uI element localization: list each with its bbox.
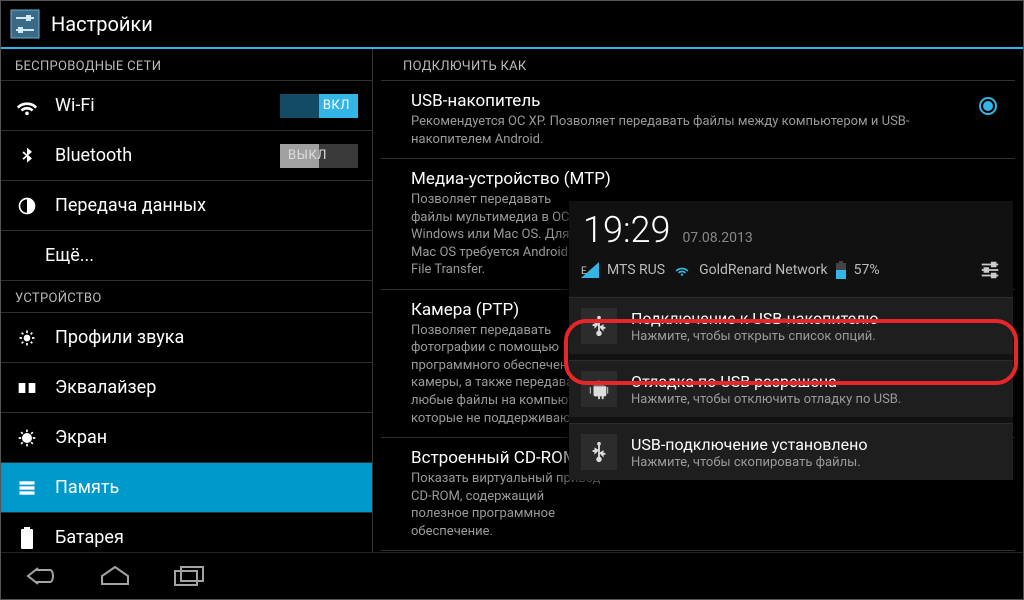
- settings-icon: [9, 8, 41, 40]
- option-title: USB-накопитель: [411, 91, 963, 111]
- battery-icon: [15, 526, 39, 550]
- bluetooth-toggle[interactable]: ВЫКЛ: [280, 144, 358, 168]
- android-icon: [581, 371, 617, 407]
- sidebar-item-label: Память: [55, 477, 358, 498]
- sidebar-item-label: Эквалайзер: [55, 377, 358, 398]
- sidebar-item-battery[interactable]: Батарея: [1, 513, 372, 552]
- signal-icon: E: [581, 262, 599, 278]
- option-desc: Позволяет передавать файлы мультимедиа в…: [411, 191, 591, 279]
- sidebar-item-label: Профили звука: [55, 327, 358, 348]
- notification-usb-storage[interactable]: Подключение к USB-накопителю Нажмите, чт…: [569, 297, 1013, 354]
- section-wireless: БЕСПРОВОДНЫЕ СЕТИ: [1, 49, 372, 81]
- option-usb-storage[interactable]: USB-накопитель Рекомендуется ОС XP. Позв…: [381, 81, 1015, 159]
- wifi-icon: [15, 94, 39, 118]
- section-device: УСТРОЙСТВО: [1, 281, 372, 313]
- wifi-status-icon: [673, 263, 691, 277]
- usb-icon: [581, 434, 617, 470]
- bluetooth-icon: [15, 144, 39, 168]
- notification-desc: Нажмите, чтобы скопировать файлы.: [631, 455, 867, 470]
- carrier-label: MTS RUS: [607, 262, 665, 278]
- recent-apps-button[interactable]: [167, 561, 211, 591]
- notification-title: Отладка по USB разрешена: [631, 372, 901, 391]
- battery-status-icon: [836, 261, 846, 279]
- clock-time: 19:29: [583, 209, 670, 251]
- notification-desc: Нажмите, чтобы отключить отладку по USB.: [631, 392, 901, 407]
- sidebar-item-data-usage[interactable]: Передача данных: [1, 181, 372, 231]
- sidebar-item-wifi[interactable]: Wi-Fi ВКЛ: [1, 81, 372, 131]
- storage-icon: [15, 476, 39, 500]
- option-title: Медиа-устройство (MTP): [411, 169, 997, 189]
- display-icon: [15, 426, 39, 450]
- wifi-toggle[interactable]: ВКЛ: [280, 94, 358, 118]
- usb-icon: [581, 308, 617, 344]
- sidebar-item-more[interactable]: Ещё...: [1, 231, 372, 281]
- notification-usb-debugging[interactable]: Отладка по USB разрешена Нажмите, чтобы …: [569, 360, 1013, 417]
- quick-settings-icon[interactable]: [979, 259, 1001, 281]
- notification-title: Подключение к USB-накопителю: [631, 309, 878, 328]
- sidebar-item-sound[interactable]: Профили звука: [1, 313, 372, 363]
- battery-pct: 57%: [854, 262, 880, 278]
- pane-header: ПОДКЛЮЧИТЬ КАК: [381, 49, 1015, 81]
- data-icon: [15, 194, 39, 218]
- shade-header: 19:29 07.08.2013: [569, 201, 1013, 255]
- sidebar-item-equalizer[interactable]: Эквалайзер: [1, 363, 372, 413]
- sidebar-item-bluetooth[interactable]: Bluetooth ВЫКЛ: [1, 131, 372, 181]
- option-desc: Показать виртуальный привод CD-ROM, соде…: [411, 470, 601, 540]
- svg-text:E: E: [581, 266, 587, 277]
- navigation-bar: [1, 552, 1023, 599]
- sound-icon: [15, 326, 39, 350]
- status-row: E MTS RUS GoldRenard Network 57%: [569, 255, 1013, 291]
- sidebar-item-label: Передача данных: [55, 195, 358, 216]
- radio-button[interactable]: [979, 97, 997, 115]
- sidebar-item-storage[interactable]: Память: [1, 463, 372, 513]
- notification-shade[interactable]: 19:29 07.08.2013 E MTS RUS GoldRenard Ne…: [569, 201, 1013, 480]
- page-title: Настройки: [51, 12, 153, 36]
- back-button[interactable]: [19, 561, 63, 591]
- sidebar-item-display[interactable]: Экран: [1, 413, 372, 463]
- sidebar-item-label: Bluetooth: [55, 145, 280, 166]
- option-desc: Рекомендуется ОС XP. Позволяет передават…: [411, 113, 963, 148]
- sidebar-item-label: Экран: [55, 427, 358, 448]
- settings-sidebar: БЕСПРОВОДНЫЕ СЕТИ Wi-Fi ВКЛ Bluetooth ВЫ…: [1, 49, 373, 552]
- sidebar-item-label: Батарея: [55, 527, 358, 548]
- notification-desc: Нажмите, чтобы открыть список опций.: [631, 329, 878, 344]
- wifi-name-label: GoldRenard Network: [699, 262, 828, 278]
- sidebar-item-label: Ещё...: [45, 245, 358, 266]
- equalizer-icon: [15, 376, 39, 400]
- action-bar: Настройки: [1, 1, 1023, 49]
- notification-title: USB-подключение установлено: [631, 435, 867, 454]
- sidebar-item-label: Wi-Fi: [55, 95, 280, 116]
- home-button[interactable]: [93, 561, 137, 591]
- notification-usb-connected[interactable]: USB-подключение установлено Нажмите, что…: [569, 423, 1013, 480]
- clock-date: 07.08.2013: [682, 230, 752, 246]
